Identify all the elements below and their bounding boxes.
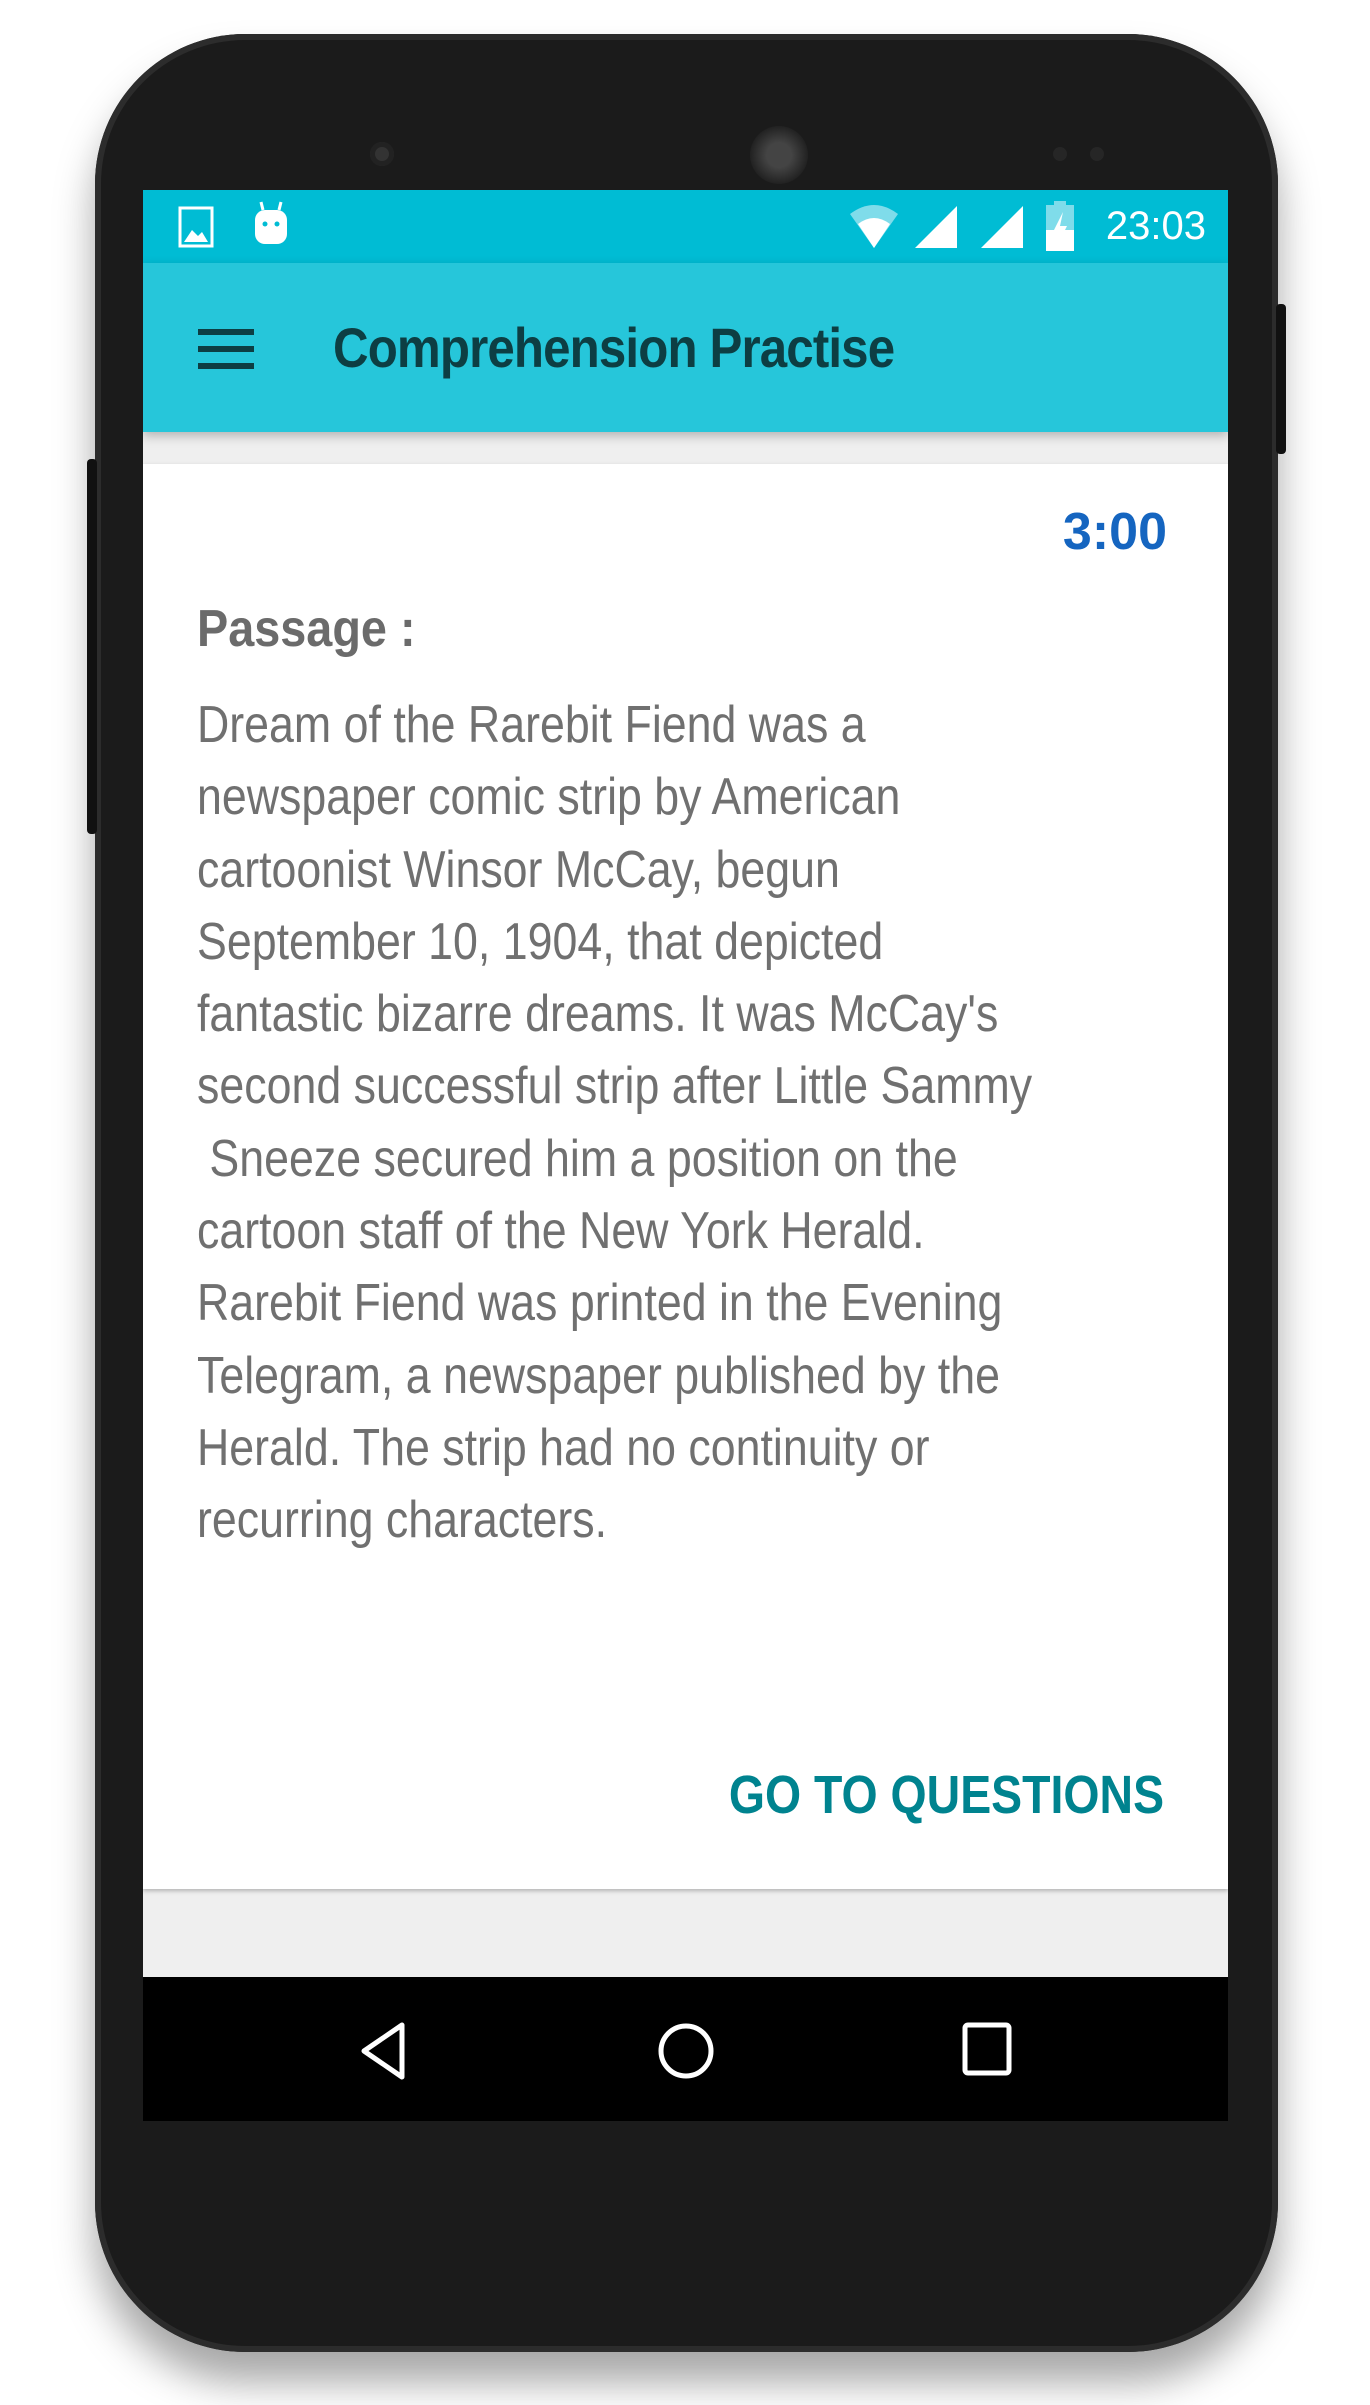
passage-card: 3:00 Passage : Dream of the Rarebit Fien… bbox=[143, 464, 1228, 1889]
go-to-questions-button[interactable]: GO TO QUESTIONS bbox=[729, 1764, 1164, 1826]
sensor bbox=[1090, 147, 1104, 161]
battery-charging-icon bbox=[1046, 201, 1074, 251]
passage-line: fantastic bizarre dreams. It was McCay's bbox=[197, 985, 999, 1044]
passage-text: Dream of the Rarebit Fiend was a newspape… bbox=[197, 689, 1083, 1557]
image-icon bbox=[178, 206, 214, 248]
passage-label: Passage : bbox=[197, 600, 416, 658]
power-button bbox=[1276, 304, 1286, 454]
passage-line: newspaper comic strip by American bbox=[197, 768, 901, 827]
passage-line: cartoonist Winsor McCay, begun bbox=[197, 840, 840, 899]
android-icon bbox=[255, 201, 287, 244]
passage-line: recurring characters. bbox=[197, 1491, 608, 1550]
recents-icon[interactable] bbox=[961, 2021, 1013, 2077]
passage-line: Sneeze secured him a position on the bbox=[197, 1129, 958, 1188]
signal-icon bbox=[981, 206, 1023, 248]
volume-button bbox=[87, 459, 97, 834]
signal-icon bbox=[915, 206, 957, 248]
status-time: 23:03 bbox=[1105, 204, 1206, 248]
front-camera bbox=[370, 142, 394, 166]
countdown-timer: 3:00 bbox=[1062, 503, 1167, 561]
app-toolbar: Comprehension Practise bbox=[143, 263, 1228, 432]
passage-line: September 10, 1904, that depicted bbox=[197, 912, 884, 971]
passage-line: Rarebit Fiend was printed in the Evening bbox=[197, 1274, 1003, 1333]
sensor bbox=[1053, 147, 1067, 161]
passage-line: Dream of the Rarebit Fiend was a bbox=[197, 696, 866, 754]
hamburger-menu-icon[interactable] bbox=[198, 329, 254, 369]
passage-line: Herald. The strip had no continuity or bbox=[197, 1418, 930, 1477]
passage-line: Telegram, a newspaper published by the bbox=[197, 1346, 1000, 1405]
wifi-icon bbox=[850, 205, 898, 248]
passage-line: second successful strip after Little Sam… bbox=[197, 1057, 1033, 1116]
status-bar: 23:03 bbox=[143, 190, 1228, 263]
page-title: Comprehension Practise bbox=[333, 316, 895, 379]
earpiece-speaker bbox=[750, 126, 808, 184]
navigation-bar bbox=[143, 1977, 1228, 2121]
home-icon[interactable] bbox=[656, 2021, 716, 2081]
back-icon[interactable] bbox=[358, 2021, 408, 2081]
passage-line: cartoon staff of the New York Herald. bbox=[197, 1202, 925, 1261]
screen: 23:03 Comprehension Practise 3:00 Passag… bbox=[143, 190, 1228, 2121]
